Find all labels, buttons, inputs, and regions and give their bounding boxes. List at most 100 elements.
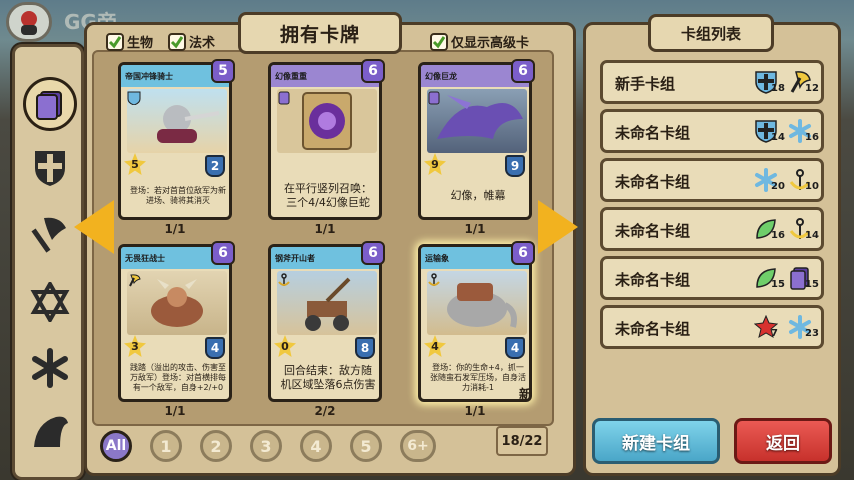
- axe-icon: [129, 274, 141, 287]
- deck-name: 未命名卡组: [615, 271, 691, 289]
- checkbox-spell[interactable]: [168, 32, 186, 51]
- cost-filter-2[interactable]: 2: [200, 430, 232, 462]
- faction-sidebar: [12, 44, 84, 480]
- new-deck-button[interactable]: 新建卡组: [592, 418, 720, 464]
- card-description: 幻像，帷幕: [450, 189, 506, 203]
- attack-stat: 5: [124, 153, 146, 175]
- card-transport-elephant[interactable]: 运输象 4 4 登场：你的生命+4，抓一张随蛮石发军压场，自身活力消耗-1 6 …: [418, 241, 535, 418]
- card-fearless-berserker[interactable]: 无畏狂战士 3 4 践踏（溢出的攻击、伤害至万敌军）登场：对首横排每有一个敌军，…: [118, 241, 235, 418]
- card-art: [127, 89, 227, 153]
- attack-stat: 9: [424, 153, 446, 175]
- deck-name: 未命名卡组: [615, 222, 691, 240]
- card-count: 1/1: [164, 222, 186, 236]
- checkbox-premium[interactable]: [430, 32, 448, 51]
- card-steel-axe-breaker[interactable]: 钢斧开山者 0 8 回合结束：敌方随机区域坠落6点伤害 6 2/2: [268, 241, 385, 418]
- health-stat: 2: [205, 155, 225, 177]
- health-stat: 4: [205, 337, 225, 359]
- cost-filter-1[interactable]: 1: [150, 430, 182, 462]
- card-icon: [428, 91, 440, 105]
- deck-count: 10: [805, 181, 819, 192]
- card-imperial-knight[interactable]: 帝国冲锋骑士 5 2 登场：若对首首位敌军为新进场、骑将其消灭 5 1/1: [118, 59, 235, 236]
- hood-icon[interactable]: [29, 409, 71, 451]
- card-count: 1/1: [164, 404, 186, 418]
- deck-item[interactable]: 新手卡组 18 12: [600, 60, 824, 104]
- deck-count: 14: [771, 132, 785, 143]
- card-description: 登场：若对首首位敌军为新进场、骑将其消灭: [130, 186, 226, 205]
- filter-premium-label: 仅显示高级卡: [451, 36, 530, 51]
- cost-badge: 6: [361, 59, 385, 83]
- player-avatar-icon: [21, 11, 37, 35]
- cost-badge: 6: [211, 241, 235, 265]
- cost-filter-all[interactable]: All: [100, 430, 132, 462]
- cost-badge: 6: [511, 241, 535, 265]
- card-art: [427, 89, 527, 153]
- deck-count: 16: [805, 132, 819, 143]
- checkbox-creature[interactable]: [106, 32, 124, 51]
- deck-item[interactable]: 未命名卡组 20 10: [600, 158, 824, 202]
- back-button[interactable]: 返回: [734, 418, 832, 464]
- anchor-icon: [428, 273, 440, 286]
- deck-name: 未命名卡组: [615, 124, 691, 142]
- card-art: [127, 271, 227, 335]
- card-count: 1/1: [464, 404, 486, 418]
- health-stat: 4: [505, 337, 525, 359]
- axe-icon[interactable]: [29, 213, 71, 255]
- health-stat: 8: [355, 337, 375, 359]
- filter-creature-label: 生物: [127, 36, 154, 51]
- card-count: 2/2: [314, 404, 336, 418]
- cost-filter-4[interactable]: 4: [300, 430, 332, 462]
- card-description: 登场：你的生命+4，抓一张随蛮石发军压场，自身活力消耗-1: [430, 363, 526, 392]
- deck-list-title: 卡组列表: [648, 14, 774, 52]
- avatar[interactable]: [6, 2, 52, 42]
- shield-icon[interactable]: [29, 147, 71, 189]
- card-art: [427, 271, 527, 335]
- card-art: [277, 271, 377, 335]
- card-count: 1/1: [464, 222, 486, 236]
- deck-item[interactable]: 未命名卡组 15 15: [600, 256, 824, 300]
- page-count: 18/22: [496, 426, 548, 456]
- filter-creature[interactable]: 生物: [106, 32, 153, 51]
- card-icon[interactable]: [23, 77, 77, 131]
- filter-premium[interactable]: 仅显示高级卡: [430, 32, 529, 51]
- star-icon[interactable]: [29, 281, 71, 323]
- card-description: 在平行竖列召唤：三个4/4幻像巨蛇: [284, 182, 372, 209]
- card-count: 1/1: [314, 222, 336, 236]
- shield-icon: [127, 91, 141, 105]
- deck-item[interactable]: 未命名卡组 7 23: [600, 305, 824, 349]
- deck-count: 23: [805, 328, 819, 339]
- attack-stat: 4: [424, 335, 446, 357]
- deck-count: 20: [771, 181, 785, 192]
- cost-filter-6plus[interactable]: 6+: [400, 430, 436, 462]
- new-card-tag: 新: [519, 388, 533, 403]
- deck-count: 7: [771, 328, 778, 339]
- cost-badge: 6: [361, 241, 385, 265]
- deck-name: 未命名卡组: [615, 320, 691, 338]
- cost-filter-3[interactable]: 3: [250, 430, 282, 462]
- cost-badge: 6: [511, 59, 535, 83]
- deck-item[interactable]: 未命名卡组 14 16: [600, 109, 824, 153]
- cost-filter-5[interactable]: 5: [350, 430, 382, 462]
- attack-stat: 3: [124, 335, 146, 357]
- deck-count: 12: [805, 83, 819, 94]
- attack-stat: 0: [274, 335, 296, 357]
- card-art: [277, 89, 377, 153]
- deck-count: 14: [805, 230, 819, 241]
- health-stat: 9: [505, 155, 525, 177]
- card-icon: [278, 91, 290, 105]
- snowflake-icon[interactable]: [29, 347, 71, 389]
- deck-name: 未命名卡组: [615, 173, 691, 191]
- deck-count: 15: [805, 279, 819, 290]
- card-description: 践踏（溢出的攻击、伤害至万敌军）登场：对首横排每有一个敌军，自身+2/+0: [130, 363, 226, 392]
- card-phantom-dragon[interactable]: 幻像巨龙 9 9 幻像，帷幕 6 1/1: [418, 59, 535, 236]
- deck-count: 18: [771, 83, 785, 94]
- page-title: 拥有卡牌: [238, 12, 402, 54]
- filter-spell[interactable]: 法术: [168, 32, 215, 51]
- deck-count: 16: [771, 230, 785, 241]
- deck-item[interactable]: 未命名卡组 16 14: [600, 207, 824, 251]
- deck-count: 15: [771, 279, 785, 290]
- deck-name: 新手卡组: [615, 75, 676, 93]
- filter-spell-label: 法术: [189, 36, 216, 51]
- card-phantom-illusion[interactable]: 幻像重重 在平行竖列召唤：三个4/4幻像巨蛇 6 1/1: [268, 59, 385, 236]
- cost-badge: 5: [211, 59, 235, 83]
- card-description: 回合结束：敌方随机区域坠落6点伤害: [280, 364, 376, 391]
